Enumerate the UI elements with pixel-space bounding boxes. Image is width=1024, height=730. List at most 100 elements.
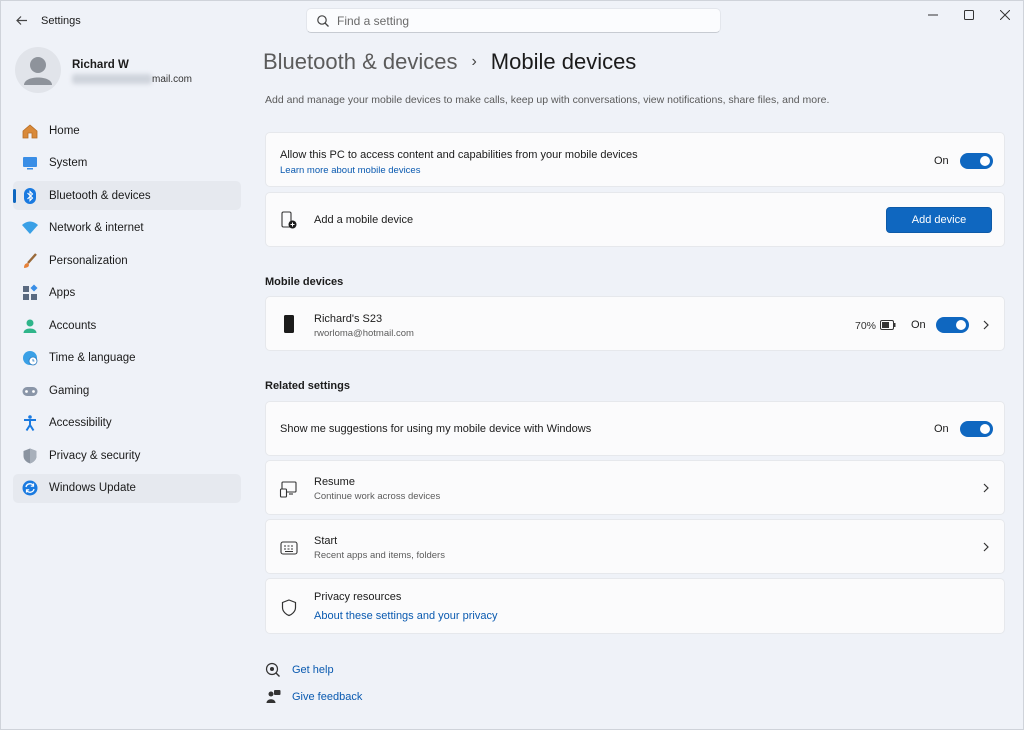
update-icon (21, 479, 39, 497)
get-help-link[interactable]: Get help (265, 662, 334, 678)
breadcrumb-separator: › (471, 53, 477, 70)
allow-access-toggle-label: On (934, 155, 949, 167)
page-description: Add and manage your mobile devices to ma… (265, 94, 830, 106)
title-bar: Settings (1, 1, 1023, 41)
user-profile[interactable]: Richard W mail.com (15, 47, 235, 97)
chevron-right-icon (983, 320, 989, 330)
device-toggle[interactable] (936, 317, 969, 333)
maximize-icon (964, 10, 974, 20)
sidebar-item-home[interactable]: Home (13, 116, 241, 145)
sidebar-item-system[interactable]: System (13, 149, 241, 178)
wifi-icon (21, 219, 39, 237)
sidebar-item-label: Windows Update (49, 482, 136, 494)
chevron-right-icon (983, 542, 989, 552)
close-icon (1000, 10, 1010, 20)
resume-subtitle: Continue work across devices (314, 491, 441, 502)
avatar (15, 47, 61, 93)
search-icon (317, 15, 329, 27)
sidebar-item-privacy-security[interactable]: Privacy & security (13, 441, 241, 470)
sidebar-item-accounts[interactable]: Accounts (13, 311, 241, 340)
back-button[interactable] (11, 10, 31, 30)
sidebar-item-label: Accessibility (49, 417, 112, 429)
mobile-devices-heading: Mobile devices (265, 276, 344, 288)
accessibility-icon (21, 414, 39, 432)
minimize-icon (928, 14, 938, 16)
add-device-button[interactable]: Add device (886, 207, 992, 233)
device-card[interactable]: Richard's S23 rworloma@hotmail.com 70% O… (265, 296, 1005, 351)
person-icon (24, 57, 52, 85)
page-title: Mobile devices (490, 49, 637, 74)
bluetooth-icon (21, 187, 39, 205)
get-help-label: Get help (292, 664, 334, 676)
give-feedback-label: Give feedback (292, 691, 363, 703)
sidebar-item-bluetooth-devices[interactable]: Bluetooth & devices (13, 181, 241, 210)
device-account: rworloma@hotmail.com (314, 328, 414, 339)
allow-access-card: Allow this PC to access content and capa… (265, 132, 1005, 187)
email-redacted (72, 74, 152, 84)
settings-window: Settings Richard W mail.com Home S (0, 0, 1024, 730)
add-device-title: Add a mobile device (314, 214, 414, 226)
brush-icon (21, 252, 39, 270)
add-device-card: Add a mobile device Add device (265, 192, 1005, 247)
search-box[interactable] (306, 8, 721, 33)
privacy-resources-card: Privacy resources About these settings a… (265, 578, 1005, 634)
battery-level: 70% (855, 320, 877, 332)
device-name: Richard's S23 (314, 313, 383, 325)
accounts-icon (21, 317, 39, 335)
give-feedback-link[interactable]: Give feedback (265, 689, 362, 705)
search-input[interactable] (337, 12, 707, 30)
suggestions-toggle-label: On (934, 423, 949, 435)
sidebar-item-windows-update[interactable]: Windows Update (13, 473, 241, 503)
allow-access-title: Allow this PC to access content and capa… (280, 149, 638, 161)
maximize-button[interactable] (949, 1, 989, 29)
globe-icon (21, 349, 39, 367)
sidebar-item-personalization[interactable]: Personalization (13, 246, 241, 275)
privacy-link[interactable]: About these settings and your privacy (314, 610, 497, 622)
sidebar-item-label: Apps (49, 287, 76, 299)
sidebar-item-label: System (49, 157, 88, 169)
sidebar-item-label: Time & language (49, 352, 136, 364)
sidebar-item-label: Gaming (49, 384, 90, 397)
add-phone-icon (281, 211, 297, 229)
sidebar-item-apps[interactable]: Apps (13, 279, 241, 308)
resume-card[interactable]: Resume Continue work across devices (265, 460, 1005, 515)
feedback-icon (266, 690, 281, 703)
sidebar-item-accessibility[interactable]: Accessibility (13, 409, 241, 438)
sidebar-item-label: Home (49, 124, 80, 137)
sidebar-item-gaming[interactable]: Gaming (13, 376, 241, 405)
breadcrumb-parent[interactable]: Bluetooth & devices (263, 49, 457, 75)
help-icon (265, 662, 280, 677)
back-arrow-icon (15, 15, 27, 25)
start-card[interactable]: Start Recent apps and items, folders (265, 519, 1005, 574)
sidebar-item-label: Accounts (49, 319, 97, 332)
user-name: Richard W (72, 59, 129, 71)
system-icon (21, 154, 39, 172)
suggestions-title: Show me suggestions for using my mobile … (280, 423, 592, 435)
active-indicator (13, 189, 16, 203)
shield-outline-icon (281, 599, 297, 617)
home-icon (21, 122, 39, 140)
sidebar-item-network[interactable]: Network & internet (13, 214, 241, 243)
allow-access-toggle[interactable] (960, 153, 993, 169)
privacy-resources-title: Privacy resources (314, 591, 402, 603)
close-button[interactable] (985, 1, 1024, 29)
sidebar-item-label: Privacy & security (49, 449, 141, 462)
device-toggle-label: On (911, 319, 926, 331)
sidebar-item-label: Personalization (49, 254, 128, 267)
resume-icon (279, 481, 297, 498)
related-settings-heading: Related settings (265, 380, 350, 392)
minimize-button[interactable] (913, 1, 953, 29)
battery-icon (880, 320, 896, 330)
shield-icon (21, 447, 39, 465)
gamepad-icon (21, 382, 39, 400)
breadcrumb: Bluetooth & devices › Mobile devices (263, 47, 636, 77)
user-email-suffix: mail.com (152, 74, 193, 85)
start-subtitle: Recent apps and items, folders (314, 550, 445, 561)
sidebar-item-time-language[interactable]: Time & language (13, 344, 241, 373)
start-title: Start (314, 535, 338, 547)
suggestions-card: Show me suggestions for using my mobile … (265, 401, 1005, 456)
phone-icon (284, 315, 294, 333)
app-title: Settings (41, 15, 81, 27)
suggestions-toggle[interactable] (960, 421, 993, 437)
learn-more-link[interactable]: Learn more about mobile devices (280, 165, 420, 176)
